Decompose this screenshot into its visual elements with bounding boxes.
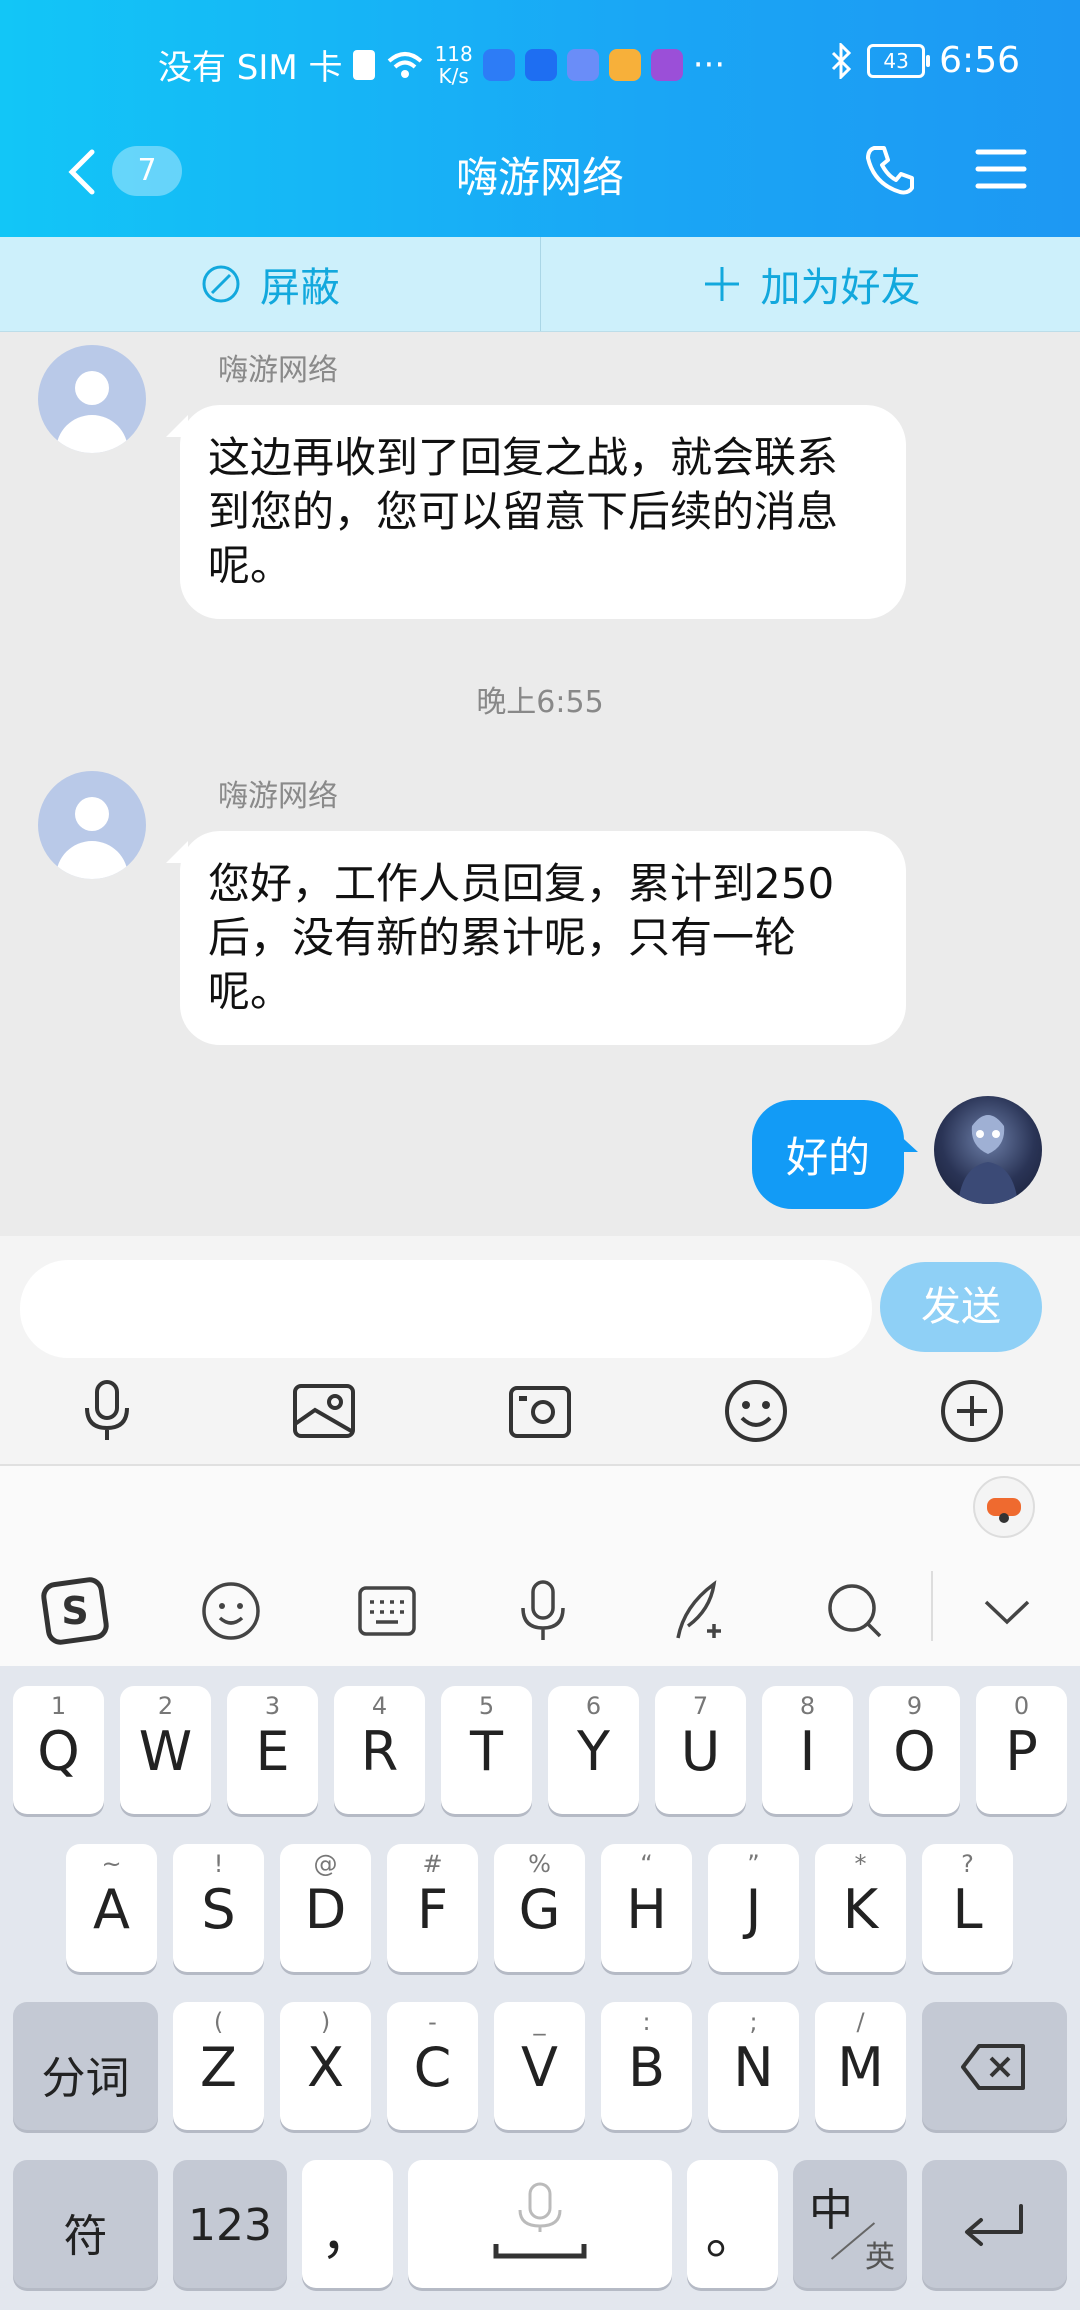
space-mic-icon bbox=[493, 2182, 587, 2259]
message-timestamp: 晚上6:55 bbox=[476, 685, 604, 720]
key-a[interactable]: ~ A bbox=[66, 1844, 157, 1972]
search-icon[interactable] bbox=[820, 1576, 890, 1646]
plus-icon bbox=[704, 267, 739, 301]
key-j[interactable]: ” J bbox=[708, 1844, 799, 1972]
stranger-action-bar: 屏蔽 加为好友 bbox=[0, 237, 1080, 332]
emoji-icon[interactable] bbox=[721, 1376, 791, 1446]
key-t[interactable]: 5T bbox=[441, 1686, 532, 1814]
key-z[interactable]: (Z bbox=[173, 2002, 264, 2130]
lang-main: 中 bbox=[809, 2185, 853, 2236]
block-button[interactable]: 屏蔽 bbox=[0, 237, 541, 331]
key-b[interactable]: :B bbox=[601, 2002, 692, 2130]
food-app-icon bbox=[608, 48, 641, 81]
toolbar-divider bbox=[931, 1571, 933, 1641]
block-label: 屏蔽 bbox=[260, 265, 340, 311]
key-x[interactable]: ) X bbox=[280, 2002, 371, 2130]
phone-icon[interactable] bbox=[860, 140, 920, 200]
cloud-app-icon bbox=[482, 48, 515, 81]
add-friend-label: 加为好友 bbox=[760, 265, 921, 311]
key-m[interactable]: / M bbox=[815, 2002, 906, 2130]
key-v[interactable]: _ V bbox=[494, 2002, 585, 2130]
network-speed: 118 K/s bbox=[434, 41, 473, 88]
key-q[interactable]: 1Q bbox=[13, 1686, 104, 1814]
status-bar: 没有 SIM 卡 118 K/s ··· 43 6:56 bbox=[0, 0, 1080, 120]
message-input[interactable] bbox=[20, 1260, 872, 1358]
collapse-keyboard-icon[interactable] bbox=[972, 1576, 1042, 1646]
battery-indicator: 43 bbox=[867, 43, 931, 78]
backspace-icon bbox=[961, 2044, 1025, 2090]
ime-mascot-icon[interactable] bbox=[973, 1476, 1035, 1538]
key-e[interactable]: 3E bbox=[227, 1686, 318, 1814]
svg-text:S: S bbox=[61, 1589, 88, 1633]
lang-sub: 英 bbox=[865, 2240, 895, 2275]
microphone-icon[interactable] bbox=[72, 1376, 142, 1446]
comma-key[interactable]: ， bbox=[302, 2160, 393, 2288]
reader-app-icon bbox=[650, 48, 683, 81]
alert-icon bbox=[352, 49, 375, 80]
block-icon bbox=[202, 265, 240, 303]
symbols-key[interactable]: 符 bbox=[13, 2160, 158, 2288]
sender-name: 嗨游网络 bbox=[218, 353, 338, 388]
key-s[interactable]: ! S bbox=[173, 1844, 264, 1972]
more-notifications: ··· bbox=[692, 44, 726, 85]
key-g[interactable]: % G bbox=[494, 1844, 585, 1972]
key-l[interactable]: ? L bbox=[922, 1844, 1013, 1972]
input-toolbar bbox=[0, 1376, 1080, 1456]
backspace-key[interactable] bbox=[922, 2002, 1067, 2130]
key-w[interactable]: 2W bbox=[120, 1686, 211, 1814]
send-button[interactable]: 发送 bbox=[880, 1262, 1042, 1352]
enter-icon bbox=[965, 2204, 1023, 2246]
add-more-icon[interactable] bbox=[937, 1376, 1007, 1446]
clock: 6:56 bbox=[939, 40, 1020, 81]
keyboard-layout-icon[interactable] bbox=[352, 1576, 422, 1646]
camera-icon[interactable] bbox=[505, 1376, 575, 1446]
key-r[interactable]: 4R bbox=[334, 1686, 425, 1814]
keyboard-emoji-icon[interactable] bbox=[196, 1576, 266, 1646]
nav-bar: 7 嗨游网络 bbox=[0, 130, 1080, 230]
space-key[interactable] bbox=[408, 2160, 672, 2288]
key-f[interactable]: # F bbox=[387, 1844, 478, 1972]
sender-name: 嗨游网络 bbox=[218, 779, 338, 814]
sogou-logo-icon[interactable]: S bbox=[40, 1576, 110, 1646]
key-y[interactable]: 6Y bbox=[548, 1686, 639, 1814]
key-i[interactable]: 8I bbox=[762, 1686, 853, 1814]
bluetooth-icon bbox=[832, 42, 852, 79]
language-toggle-key[interactable]: 中 英 bbox=[793, 2160, 907, 2288]
key-n[interactable]: ; N bbox=[708, 2002, 799, 2130]
key-k[interactable]: * K bbox=[815, 1844, 906, 1972]
carrier-text: 没有 SIM 卡 bbox=[158, 48, 343, 88]
key-c[interactable]: -C bbox=[387, 2002, 478, 2130]
message-list[interactable]: 嗨游网络 这边再收到了回复之战，就会联系到您的，您可以留意下后续的消息呢。 晚上… bbox=[0, 331, 1080, 1236]
add-friend-button[interactable]: 加为好友 bbox=[541, 237, 1080, 331]
enter-key[interactable] bbox=[922, 2160, 1067, 2288]
period-key[interactable]: 。 bbox=[687, 2160, 778, 2288]
segment-key[interactable]: 分词 bbox=[13, 2002, 158, 2130]
voice-input-icon[interactable] bbox=[508, 1576, 578, 1646]
numbers-key[interactable]: 123 bbox=[173, 2160, 287, 2288]
key-h[interactable]: “H bbox=[601, 1844, 692, 1972]
weather-app-icon bbox=[524, 48, 557, 81]
sender-avatar[interactable] bbox=[38, 771, 146, 879]
input-bar: 发送 bbox=[0, 1236, 1080, 1466]
my-avatar[interactable] bbox=[934, 1096, 1042, 1204]
image-icon[interactable] bbox=[289, 1376, 359, 1446]
music-app-icon bbox=[566, 48, 599, 81]
sender-avatar[interactable] bbox=[38, 345, 146, 453]
hero-avatar-icon bbox=[958, 1115, 1018, 1204]
key-o[interactable]: 9O bbox=[869, 1686, 960, 1814]
message-bubble[interactable]: 这边再收到了回复之战，就会联系到您的，您可以留意下后续的消息呢。 bbox=[166, 405, 906, 619]
chat-header: 没有 SIM 卡 118 K/s ··· 43 6:56 7 嗨游网络 bbox=[0, 0, 1080, 237]
key-d[interactable]: @ D bbox=[280, 1844, 371, 1972]
keyboard: 1Q 2W 3E 4R 5T 6Y 7U 8I 9O 0P ~ A ! S @ D #… bbox=[0, 1666, 1080, 2310]
message-bubble[interactable]: 您好，工作人员回复，累计到250后，没有新的累计呢，只有一轮呢。 bbox=[166, 831, 906, 1045]
wifi-icon bbox=[387, 51, 422, 78]
keyboard-toolbar: S bbox=[0, 1466, 1080, 1666]
key-p[interactable]: 0P bbox=[976, 1686, 1067, 1814]
menu-icon[interactable] bbox=[974, 144, 1028, 194]
handwriting-icon[interactable] bbox=[664, 1576, 734, 1646]
key-u[interactable]: 7U bbox=[655, 1686, 746, 1814]
my-message-bubble[interactable]: 好的 bbox=[752, 1100, 919, 1209]
